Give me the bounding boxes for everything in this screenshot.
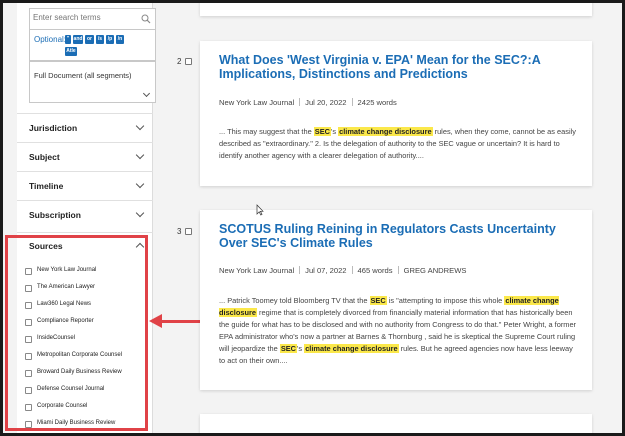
result-card: SCOTUS Ruling Reining in Regulators Cast…: [200, 210, 592, 390]
operator-atle-chip[interactable]: Atle: [65, 47, 77, 56]
result-number: 3: [177, 227, 182, 236]
result-date: Jul 20, 2022: [305, 98, 347, 107]
result-date: Jul 07, 2022: [305, 266, 347, 275]
operator-within-chip[interactable]: /n: [116, 35, 124, 44]
mouse-cursor-icon: [256, 204, 264, 216]
search-term-highlight: SEC: [279, 344, 298, 353]
result-source[interactable]: New York Law Journal: [219, 266, 294, 275]
result-checkbox[interactable]: [185, 228, 192, 235]
operator-paragraph-chip[interactable]: /p: [106, 35, 114, 44]
facet-label: Jurisdiction: [29, 123, 78, 133]
snippet-text: ... Patrick Toomey told Bloomberg TV tha…: [219, 296, 370, 305]
annotation-highlight-box: [5, 235, 148, 431]
search-box: [29, 8, 156, 30]
search-icon[interactable]: [141, 14, 151, 24]
facet-label: Subject: [29, 152, 60, 162]
facet-timeline[interactable]: Timeline: [17, 171, 153, 200]
facet-subject[interactable]: Subject: [17, 142, 153, 171]
operator-and-chip[interactable]: and: [73, 35, 83, 44]
result-meta: New York Law Journal Jul 20, 2022 2425 wor…: [219, 98, 397, 107]
search-operators: Optional: " and or /s /p /n Atle: [29, 30, 156, 61]
result-snippet: ... This may suggest that the SEC's clim…: [219, 126, 581, 162]
chevron-down-icon: [142, 89, 151, 98]
snippet-text: ... This may suggest that the: [219, 127, 314, 136]
document-scope-select[interactable]: Full Document (all segments): [29, 61, 156, 103]
chevron-down-icon: [135, 179, 145, 189]
search-term-highlight: SEC: [313, 127, 331, 136]
facet-label: Subscription: [29, 210, 81, 220]
result-title-link[interactable]: What Does 'West Virginia v. EPA' Mean fo…: [219, 53, 579, 81]
facet-jurisdiction[interactable]: Jurisdiction: [17, 113, 153, 142]
chevron-down-icon: [135, 150, 145, 160]
search-term-highlight: climate change disclosure: [338, 127, 433, 136]
result-card: [200, 3, 592, 16]
result-author[interactable]: GREG ANDREWS: [404, 266, 467, 275]
optional-label: Optional:: [34, 35, 67, 44]
document-scope-value: Full Document (all segments): [34, 71, 132, 80]
search-input[interactable]: [33, 13, 139, 22]
facet-label: Timeline: [29, 181, 64, 191]
chevron-down-icon: [135, 121, 145, 131]
operator-sentence-chip[interactable]: /s: [96, 35, 104, 44]
result-word-count: 2425 words: [357, 98, 397, 107]
result-number: 2: [177, 57, 182, 66]
annotation-arrow-head: [149, 314, 162, 328]
chevron-down-icon: [135, 208, 145, 218]
snippet-text: is "attempting to impose this whole: [386, 296, 505, 305]
result-word-count: 465 words: [357, 266, 393, 275]
search-term-highlight: SEC: [369, 296, 387, 305]
facet-subscription[interactable]: Subscription: [17, 200, 153, 229]
result-source[interactable]: New York Law Journal: [219, 98, 294, 107]
result-card: [200, 414, 592, 433]
result-checkbox[interactable]: [185, 58, 192, 65]
result-title-link[interactable]: SCOTUS Ruling Reining in Regulators Cast…: [219, 222, 579, 250]
operator-or-chip[interactable]: or: [85, 35, 94, 44]
result-meta: New York Law Journal Jul 07, 2022 465 word…: [219, 266, 466, 275]
app-frame: Optional: " and or /s /p /n Atle Full Do…: [3, 3, 622, 433]
result-card: What Does 'West Virginia v. EPA' Mean fo…: [200, 41, 592, 186]
operator-quote-chip[interactable]: ": [65, 35, 71, 44]
search-term-highlight: climate change disclosure: [304, 344, 399, 353]
result-snippet: ... Patrick Toomey told Bloomberg TV tha…: [219, 295, 581, 367]
